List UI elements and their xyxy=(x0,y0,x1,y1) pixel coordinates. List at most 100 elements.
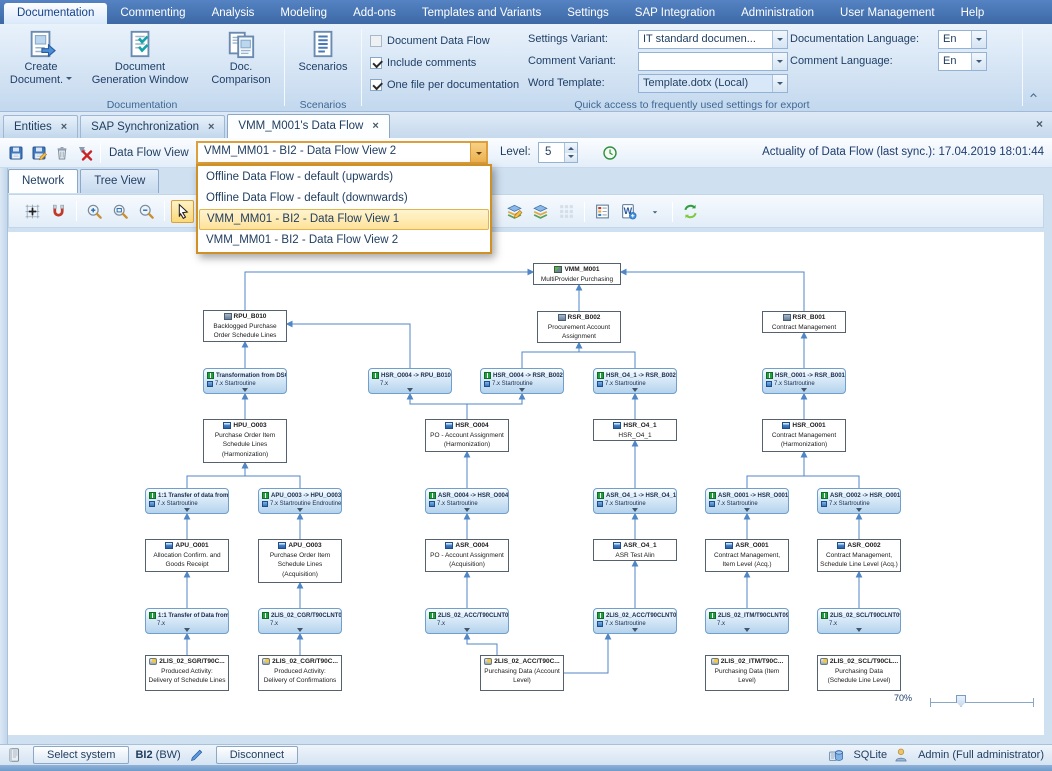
zoom-slider-thumb[interactable] xyxy=(956,695,966,707)
ribbon-tab-documentation[interactable]: Documentation xyxy=(4,3,107,24)
disconnect-button[interactable]: Disconnect xyxy=(216,746,298,764)
spin-down-icon[interactable] xyxy=(565,153,577,163)
close-tab-icon[interactable]: × xyxy=(372,120,378,132)
expand-arrow-icon[interactable] xyxy=(184,628,190,632)
combo-arrow-icon[interactable] xyxy=(772,31,787,48)
diagram-transform-node[interactable]: HSR_O001 -> RSR_B0017.x Startroutine xyxy=(762,368,846,394)
spin-up-icon[interactable] xyxy=(565,143,577,153)
combobox-documentation-language[interactable]: En xyxy=(938,30,987,49)
ribbon-tab-commenting[interactable]: Commenting xyxy=(107,3,198,24)
diagram-transform-node[interactable]: ASR_O004 -> HSR_O0047.x Startroutine xyxy=(425,488,509,514)
expand-arrow-icon[interactable] xyxy=(297,628,303,632)
dropdown-item-vmm-mm01-bi2-data-flow-view-1[interactable]: VMM_MM01 - BI2 - Data Flow View 1 xyxy=(199,209,489,230)
ribbon-tab-user-management[interactable]: User Management xyxy=(827,3,948,24)
refresh-icon[interactable] xyxy=(679,200,702,223)
expand-arrow-icon[interactable] xyxy=(744,508,750,512)
diagram-entity-node[interactable]: RSR_B001Contract Management xyxy=(762,311,846,333)
save-as-icon[interactable] xyxy=(29,143,49,163)
ribbon-tab-add-ons[interactable]: Add-ons xyxy=(340,3,409,24)
diagram-transform-node[interactable]: ASR_O4_1 -> HSR_O4_17.x Startroutine xyxy=(593,488,677,514)
expand-arrow-icon[interactable] xyxy=(632,388,638,392)
diagram-transform-node[interactable]: 2LIS_02_ACC/T90CLNT090 ->...7.x xyxy=(425,608,509,634)
expand-arrow-icon[interactable] xyxy=(464,508,470,512)
expand-arrow-icon[interactable] xyxy=(184,508,190,512)
ribbon-tab-settings[interactable]: Settings xyxy=(554,3,622,24)
combobox-settings-variant[interactable]: IT standard documen... xyxy=(638,30,788,49)
data-flow-view-combobox[interactable]: VMM_MM01 - BI2 - Data Flow View 2 xyxy=(196,141,488,164)
diagram-entity-node[interactable]: APU_O003Purchase Order ItemSchedule Line… xyxy=(258,539,342,583)
diagram-entity-node[interactable]: ASR_O004PO - Account Assignment(Acquisit… xyxy=(425,539,509,572)
expand-arrow-icon[interactable] xyxy=(242,388,248,392)
dropdown-item-offline-data-flow-default-upwards[interactable]: Offline Data Flow - default (upwards) xyxy=(199,167,489,188)
diagram-datasource-node[interactable]: 2LIS_02_ITM/T90C...Purchasing Data (Item… xyxy=(705,655,789,691)
grid-snap-icon[interactable] xyxy=(21,200,44,223)
ribbon-tab-help[interactable]: Help xyxy=(948,3,998,24)
expand-arrow-icon[interactable] xyxy=(856,508,862,512)
caret-icon[interactable] xyxy=(643,200,666,223)
view-tab-tree-view[interactable]: Tree View xyxy=(80,169,159,193)
expand-arrow-icon[interactable] xyxy=(744,628,750,632)
scenarios-button[interactable]: Scenarios xyxy=(288,27,358,74)
diagram-entity-node[interactable]: ASR_O4_1ASR Test Alin xyxy=(593,539,677,561)
checkbox-document-data-flow[interactable] xyxy=(370,35,382,47)
layers-edit-icon[interactable] xyxy=(503,200,526,223)
magnet-icon[interactable] xyxy=(47,200,70,223)
doc-comparison-button[interactable]: Doc. Comparison xyxy=(198,27,284,87)
diagram-transform-node[interactable]: ASR_O002 -> HSR_O0017.x Startroutine xyxy=(817,488,901,514)
combo-dropdown-arrow[interactable] xyxy=(470,143,486,162)
diagram-entity-node[interactable]: RPU_B010Backlogged PurchaseOrder Schedul… xyxy=(203,310,287,342)
level-spinner[interactable]: 5 xyxy=(538,142,578,163)
ribbon-tab-sap-integration[interactable]: SAP Integration xyxy=(622,3,728,24)
checkbox-one-file-per-documentation[interactable] xyxy=(370,79,382,91)
combobox-comment-variant[interactable] xyxy=(638,52,788,71)
diagram-datasource-node[interactable]: 2LIS_02_SGR/T90C...Produced Activity:Del… xyxy=(145,655,229,691)
diagram-entity-node[interactable]: HSR_O001Contract Management(Harmonizatio… xyxy=(762,419,846,452)
left-panel-strip[interactable] xyxy=(0,168,8,744)
diagram-entity-node[interactable]: ASR_O002Contract Management,Schedule Lin… xyxy=(817,539,901,572)
diagram-transform-node[interactable]: 2LIS_02_ITM/T90CLNT090 ->...7.x xyxy=(705,608,789,634)
diagram-entity-node[interactable]: HPU_O003Purchase Order ItemSchedule Line… xyxy=(203,419,287,463)
combo-arrow-icon[interactable] xyxy=(772,75,787,92)
combobox-comment-language[interactable]: En xyxy=(938,52,987,71)
dropdown-item-offline-data-flow-default-downwards[interactable]: Offline Data Flow - default (downwards) xyxy=(199,188,489,209)
diagram-entity-node[interactable]: ASR_O001Contract Management,Item Level (… xyxy=(705,539,789,572)
combo-arrow-icon[interactable] xyxy=(971,31,986,48)
diagram-datasource-node[interactable]: 2LIS_02_CGR/T90C...Produced Activity:Del… xyxy=(258,655,342,691)
expand-arrow-icon[interactable] xyxy=(407,388,413,392)
remove-icon[interactable] xyxy=(75,143,95,163)
diagram-datasource-node[interactable]: 2LIS_02_ACC/T90C...Purchasing Data (Acco… xyxy=(480,655,564,691)
legend-icon[interactable] xyxy=(591,200,614,223)
ribbon-tab-administration[interactable]: Administration xyxy=(728,3,827,24)
expand-arrow-icon[interactable] xyxy=(519,388,525,392)
diagram-transform-node[interactable]: 2LIS_02_SCL/T90CLNT090 ->...7.x xyxy=(817,608,901,634)
delete-view-icon[interactable] xyxy=(52,143,72,163)
diagram-entity-node[interactable]: APU_O001Allocation Confirm. andGoods Rec… xyxy=(145,539,229,572)
document-tab-vmm-m001-s-data-flow[interactable]: VMM_M001's Data Flow× xyxy=(227,114,389,138)
expand-arrow-icon[interactable] xyxy=(464,628,470,632)
zoom-out-icon[interactable] xyxy=(135,200,158,223)
diagram-entity-node[interactable]: VMM_M001MultiProvider Purchasing xyxy=(533,263,621,285)
diagram-transform-node[interactable]: 1:1 Transfer of Data from 2LIS...7.x xyxy=(145,608,229,634)
zoom-slider-track[interactable] xyxy=(930,702,1034,703)
ribbon-tab-templates-and-variants[interactable]: Templates and Variants xyxy=(409,3,554,24)
data-flow-canvas[interactable]: 70% VMM_M001MultiProvider PurchasingRPU_… xyxy=(8,232,1044,735)
document-tab-entities[interactable]: Entities× xyxy=(3,115,78,138)
diagram-transform-node[interactable]: APU_O003 -> HPU_O0037.x Startroutine End… xyxy=(258,488,342,514)
checkbox-include-comments[interactable] xyxy=(370,57,382,69)
zoom-fit-icon[interactable] xyxy=(109,200,132,223)
sync-clock-icon[interactable] xyxy=(600,143,620,163)
diagram-transform-node[interactable]: HSR_O004 -> RPU_B0107.x xyxy=(368,368,452,394)
document-tab-sap-synchronization[interactable]: SAP Synchronization× xyxy=(80,115,225,138)
diagram-transform-node[interactable]: ASR_O001 -> HSR_O0017.x Startroutine xyxy=(705,488,789,514)
expand-arrow-icon[interactable] xyxy=(801,388,807,392)
close-tab-icon[interactable]: × xyxy=(1036,117,1043,131)
ribbon-collapse-icon[interactable] xyxy=(1027,89,1040,107)
word-export-icon[interactable]: W xyxy=(617,200,640,223)
expand-arrow-icon[interactable] xyxy=(856,628,862,632)
view-tab-network[interactable]: Network xyxy=(8,169,78,193)
combo-arrow-icon[interactable] xyxy=(971,53,986,70)
zoom-in-icon[interactable] xyxy=(83,200,106,223)
close-tab-icon[interactable]: × xyxy=(61,121,67,133)
layers-icon[interactable] xyxy=(529,200,552,223)
select-system-button[interactable]: Select system xyxy=(33,746,129,764)
